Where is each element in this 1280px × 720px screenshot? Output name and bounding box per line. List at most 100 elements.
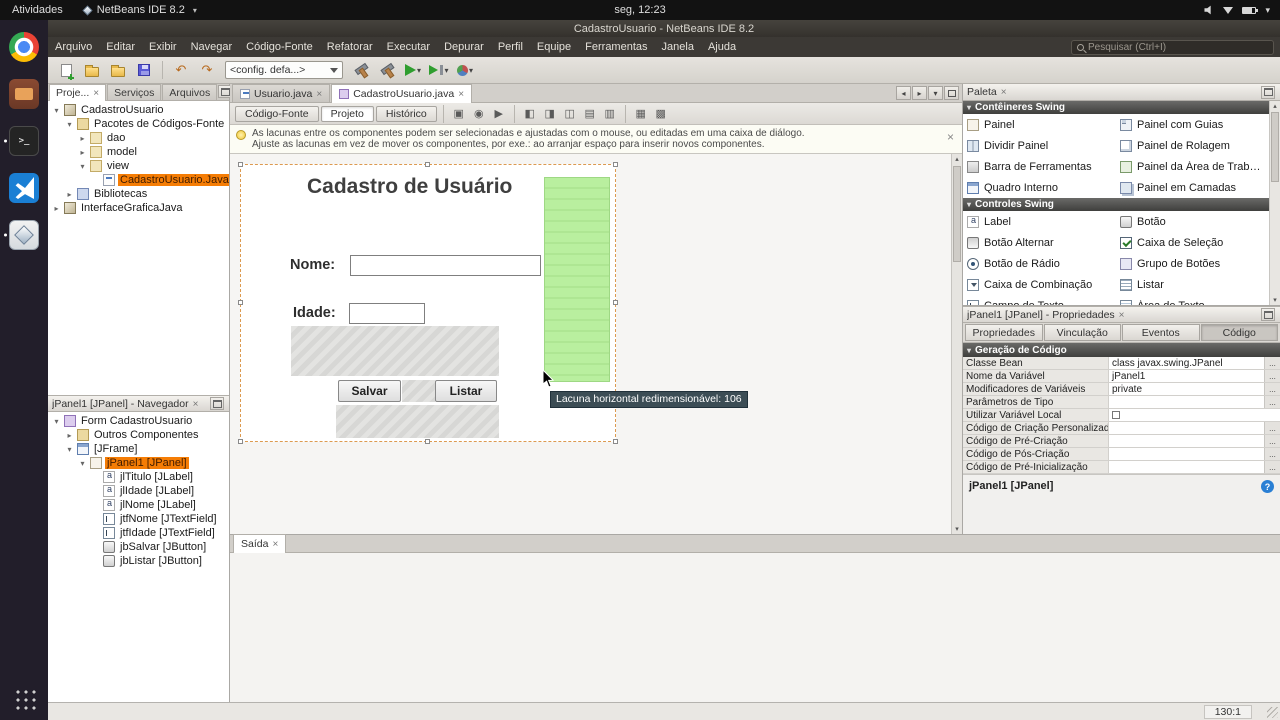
salvar-button[interactable]: Salvar [338, 380, 401, 402]
scroll-up-icon[interactable]: ▴ [952, 155, 962, 163]
app-menu[interactable]: NetBeans IDE 8.2 [75, 0, 205, 20]
palette-item[interactable]: Painel da Área de Trabalho [1116, 156, 1269, 177]
scroll-tabs-right-button[interactable] [912, 86, 927, 100]
menu-item[interactable]: Equipe [530, 37, 578, 57]
tree-item[interactable]: ▸ Outros Componentes [48, 428, 229, 442]
minimize-panel-button[interactable] [210, 397, 224, 410]
align-top-icon[interactable] [581, 105, 599, 122]
palette-item[interactable]: Dividir Painel [963, 135, 1116, 156]
resize-grip[interactable] [1267, 707, 1278, 718]
form-title-label[interactable]: Cadastro de Usuário [307, 175, 512, 199]
output-content[interactable] [230, 553, 1280, 702]
align-bottom-icon[interactable] [601, 105, 619, 122]
ellipsis-button[interactable] [1264, 396, 1280, 408]
show-applications-button[interactable] [12, 686, 36, 710]
property-row[interactable]: Código de Pré-Inicialização [963, 461, 1280, 474]
tree-item[interactable]: ▾ Form CadastroUsuario [48, 414, 229, 428]
close-icon[interactable] [458, 88, 464, 100]
menu-item[interactable]: Executar [380, 37, 437, 57]
tree-item[interactable]: CadastroUsuario.Java [48, 173, 229, 187]
dock-vscode[interactable] [2, 168, 46, 208]
tree-item[interactable]: ▸ InterfaceGraficaJava [48, 201, 229, 215]
connection-mode-icon[interactable] [470, 105, 488, 122]
view-tab[interactable]: Projeto [320, 105, 374, 122]
expander-icon[interactable]: ▸ [78, 134, 87, 143]
close-hint-icon[interactable]: × [947, 131, 954, 143]
ellipsis-button[interactable] [1264, 383, 1280, 395]
dock-netbeans[interactable] [2, 215, 46, 255]
property-row[interactable]: Parâmetros de Tipo [963, 396, 1280, 409]
layout-gap[interactable] [402, 380, 435, 402]
maximize-editor-button[interactable] [944, 86, 959, 100]
menu-item[interactable]: Depurar [437, 37, 491, 57]
ellipsis-button[interactable] [1264, 435, 1280, 447]
palette-item[interactable]: Listar [1116, 274, 1269, 295]
palette-header[interactable]: Paleta [963, 84, 1280, 101]
tree-item[interactable]: jlIdade [JLabel] [48, 484, 229, 498]
navigator-header[interactable]: jPanel1 [JPanel] - Navegador [48, 395, 229, 412]
selection-mode-icon[interactable] [450, 105, 468, 122]
resize-handle[interactable] [425, 162, 430, 167]
nome-label[interactable]: Nome: [290, 257, 335, 273]
align-left-icon[interactable] [521, 105, 539, 122]
palette-item[interactable]: Grupo de Botões [1116, 253, 1269, 274]
palette-item[interactable]: Painel de Rolagem [1116, 135, 1269, 156]
dock-terminal[interactable] [2, 121, 46, 161]
debug-button[interactable] [427, 59, 451, 81]
resize-handle[interactable] [238, 300, 243, 305]
profile-button[interactable] [453, 59, 477, 81]
layout-gap[interactable] [336, 405, 499, 438]
expander-icon[interactable]: ▾ [52, 417, 61, 426]
close-icon[interactable] [1119, 309, 1125, 321]
palette-item[interactable]: Botão [1116, 211, 1269, 232]
resize-handle[interactable] [238, 439, 243, 444]
palette-section-containers[interactable]: Contêineres Swing [963, 101, 1269, 114]
menu-item[interactable]: Ajuda [701, 37, 743, 57]
document-tab[interactable]: Usuario.java [232, 84, 331, 102]
activities-button[interactable]: At​ividades [0, 0, 75, 20]
property-row[interactable]: Classe Bean class javax.swing.JPanel [963, 357, 1280, 370]
properties-tab[interactable]: Vinculação [1043, 324, 1121, 341]
ellipsis-button[interactable] [1264, 461, 1280, 473]
expander-icon[interactable]: ▾ [78, 459, 87, 468]
menu-item[interactable]: Exibir [142, 37, 184, 57]
code-generation-section-header[interactable]: Geração de Código [963, 343, 1280, 357]
help-icon[interactable] [1261, 480, 1274, 493]
tree-item[interactable]: ▸ Bibliotecas [48, 187, 229, 201]
property-row[interactable]: Código de Pós-Criação [963, 448, 1280, 461]
listar-button[interactable]: Listar [435, 380, 497, 402]
resize-handle[interactable] [613, 439, 618, 444]
expander-icon[interactable]: ▾ [52, 106, 61, 115]
form-designer-canvas[interactable]: Cadastro de Usuário Nome: Idade: Salvar [230, 154, 962, 534]
save-all-button[interactable] [132, 59, 156, 81]
expander-icon[interactable]: ▸ [65, 431, 74, 440]
menu-item[interactable]: Perfil [491, 37, 530, 57]
expander-icon[interactable]: ▾ [78, 162, 87, 171]
dock-files[interactable] [2, 74, 46, 114]
document-tab[interactable]: CadastroUsuario.java [331, 84, 473, 103]
menu-item[interactable]: Janela [655, 37, 701, 57]
nome-textfield[interactable] [350, 255, 541, 276]
minimize-panel-button[interactable] [1261, 85, 1275, 99]
run-button[interactable] [401, 59, 425, 81]
ellipsis-button[interactable] [1264, 357, 1280, 369]
align-right-icon[interactable] [541, 105, 559, 122]
tree-item[interactable]: ▸ model [48, 145, 229, 159]
scrollbar-thumb[interactable] [953, 166, 961, 262]
clock[interactable]: seg, 12:23 [604, 0, 675, 20]
idade-label[interactable]: Idade: [293, 305, 336, 321]
palette-item[interactable]: Área de Texto [1116, 295, 1269, 305]
scroll-down-icon[interactable]: ▾ [952, 525, 962, 533]
palette-item[interactable]: Painel com Guias [1116, 114, 1269, 135]
menu-item[interactable]: Navegar [184, 37, 240, 57]
close-icon[interactable] [316, 88, 322, 100]
properties-tab[interactable]: Eventos [1122, 324, 1200, 341]
palette-item[interactable]: Caixa de Seleção [1116, 232, 1269, 253]
close-icon[interactable] [193, 398, 199, 410]
open-project-button[interactable] [106, 59, 130, 81]
scrollbar-thumb[interactable] [1271, 112, 1279, 182]
resize-handle[interactable] [613, 300, 618, 305]
palette-item[interactable]: Botão de Rádio [963, 253, 1116, 274]
property-row[interactable]: Utilizar Variável Local [963, 409, 1280, 422]
undo-button[interactable] [169, 59, 193, 81]
